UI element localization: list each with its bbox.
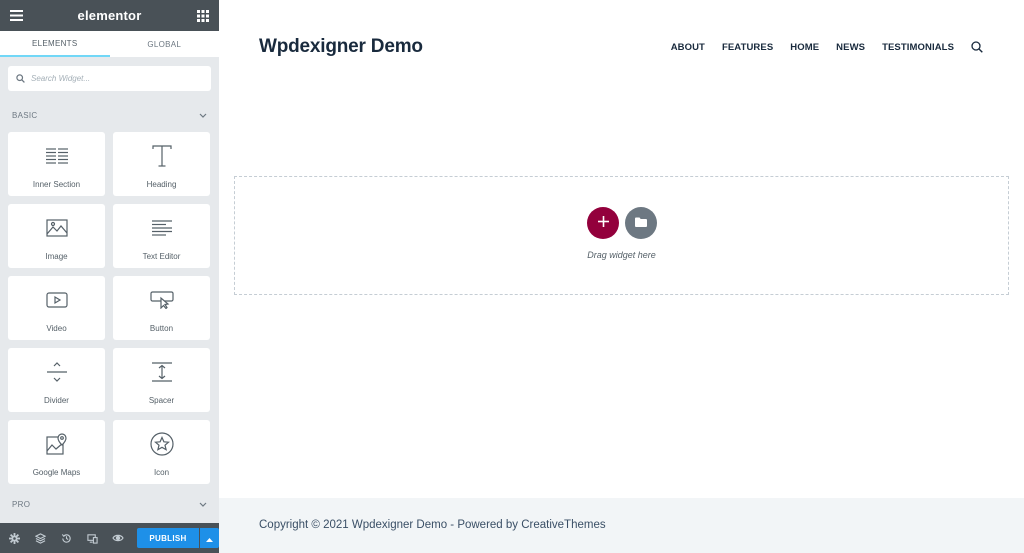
main-navigation: ABOUT FEATURES HOME NEWS TESTIMONIALS	[654, 40, 984, 54]
nav-item-news[interactable]: NEWS	[836, 42, 865, 53]
hamburger-menu-icon[interactable]	[9, 9, 23, 23]
widget-inner-section[interactable]: Inner Section	[8, 132, 105, 196]
widget-label: Google Maps	[32, 467, 81, 477]
widget-video[interactable]: Video	[8, 276, 105, 340]
video-icon	[45, 288, 68, 312]
search-icon	[16, 70, 25, 88]
heading-icon	[151, 144, 172, 168]
plus-icon	[597, 214, 609, 232]
publish-button-group: PUBLISH	[137, 528, 219, 548]
publish-options-button[interactable]	[200, 528, 219, 548]
add-template-button[interactable]	[625, 207, 657, 239]
tab-elements[interactable]: ELEMENTS	[0, 31, 110, 57]
widget-label: Heading	[146, 179, 177, 189]
nav-item-features[interactable]: FEATURES	[722, 42, 773, 53]
basic-section-header[interactable]: BASIC	[0, 104, 219, 126]
preview-eye-icon[interactable]	[111, 531, 125, 545]
add-section-dropzone[interactable]: Drag widget here	[234, 176, 1009, 295]
widget-label: Spacer	[148, 395, 175, 405]
page-preview: Wpdexigner Demo ABOUT FEATURES HOME NEWS…	[219, 0, 1024, 553]
panel-footer: PUBLISH	[0, 523, 219, 553]
history-icon[interactable]	[59, 531, 73, 545]
publish-button[interactable]: PUBLISH	[137, 528, 199, 548]
search-widget-input[interactable]	[31, 74, 201, 83]
widget-label: Inner Section	[32, 179, 81, 189]
inner-section-icon	[45, 144, 69, 168]
folder-icon	[635, 214, 647, 232]
widget-label: Button	[149, 323, 174, 333]
nav-item-about[interactable]: ABOUT	[671, 42, 705, 53]
widgets-grid-icon[interactable]	[196, 9, 210, 23]
widget-label: Text Editor	[142, 251, 181, 261]
add-section-buttons	[587, 207, 657, 239]
elementor-logo: elementor	[77, 8, 142, 23]
panel-header: elementor	[0, 0, 219, 31]
copyright-text: Copyright © 2021 Wpdexigner Demo - Power…	[259, 519, 606, 531]
responsive-mode-icon[interactable]	[85, 531, 99, 545]
widget-text-editor[interactable]: Text Editor	[113, 204, 210, 268]
panel-tabs: ELEMENTS GLOBAL	[0, 31, 219, 58]
widget-google-maps[interactable]: Google Maps	[8, 420, 105, 484]
tab-global[interactable]: GLOBAL	[109, 31, 219, 57]
divider-icon	[46, 360, 68, 384]
search-icon[interactable]	[970, 40, 984, 54]
basic-section-label: BASIC	[12, 110, 38, 120]
google-maps-icon	[45, 432, 68, 456]
spacer-icon	[151, 360, 173, 384]
add-new-section-button[interactable]	[587, 207, 619, 239]
widget-image[interactable]: Image	[8, 204, 105, 268]
star-icon	[149, 431, 174, 456]
widget-label: Image	[45, 251, 68, 261]
site-header: Wpdexigner Demo ABOUT FEATURES HOME NEWS…	[219, 0, 1024, 94]
widget-label: Icon	[153, 467, 170, 477]
widget-heading[interactable]: Heading	[113, 132, 210, 196]
chevron-down-icon	[199, 500, 207, 509]
widget-button[interactable]: Button	[113, 276, 210, 340]
image-icon	[45, 216, 68, 240]
widget-label: Video	[46, 323, 67, 333]
widget-divider[interactable]: Divider	[8, 348, 105, 412]
widget-label: Divider	[44, 395, 69, 405]
chevron-down-icon	[199, 111, 207, 120]
nav-item-testimonials[interactable]: TESTIMONIALS	[882, 42, 954, 53]
search-box	[8, 66, 211, 91]
dropzone-hint: Drag widget here	[587, 250, 656, 260]
widget-grid: Inner Section Heading Image Text Editor …	[0, 126, 219, 484]
page-content-area: Drag widget here	[219, 94, 1024, 498]
search-wrapper	[0, 58, 219, 91]
button-icon	[149, 288, 174, 312]
pro-section-label: PRO	[12, 499, 31, 509]
nav-item-home[interactable]: HOME	[790, 42, 819, 53]
site-footer: Copyright © 2021 Wpdexigner Demo - Power…	[219, 498, 1024, 553]
text-editor-icon	[151, 216, 173, 240]
caret-up-icon	[206, 529, 213, 547]
elementor-panel: elementor ELEMENTS GLOBAL BASIC	[0, 0, 219, 553]
widget-spacer[interactable]: Spacer	[113, 348, 210, 412]
widget-icon[interactable]: Icon	[113, 420, 210, 484]
site-title[interactable]: Wpdexigner Demo	[259, 36, 423, 58]
navigator-layers-icon[interactable]	[33, 531, 47, 545]
pro-section-header[interactable]: PRO	[0, 493, 219, 515]
settings-gear-icon[interactable]	[7, 531, 21, 545]
